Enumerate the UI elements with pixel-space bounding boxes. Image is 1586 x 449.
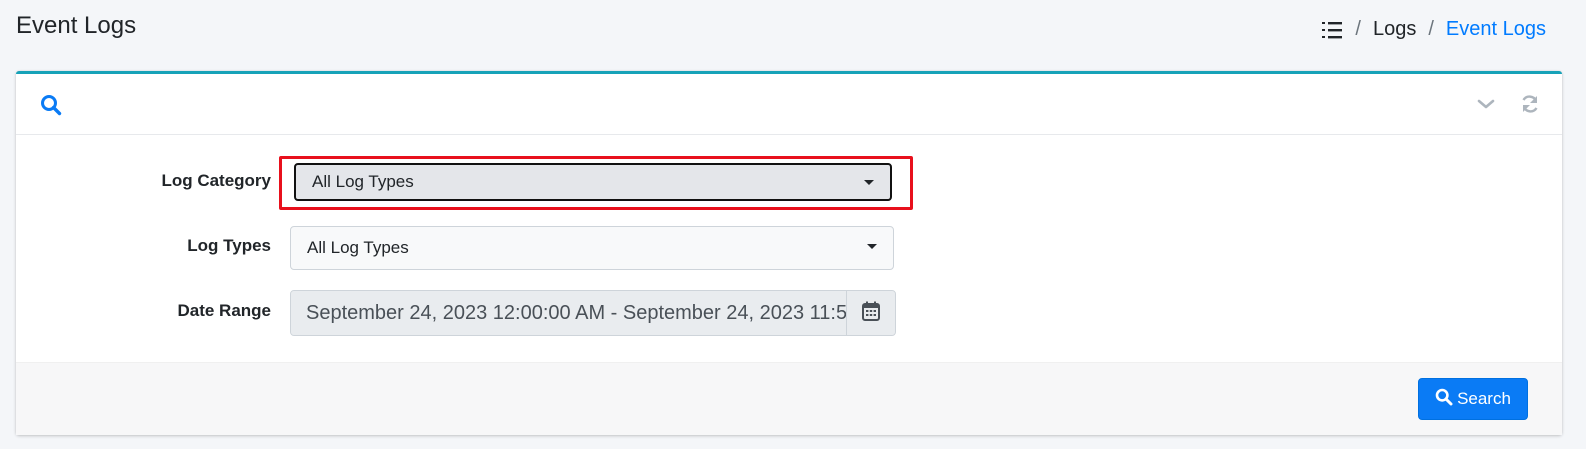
log-category-select[interactable]: All Log Types — [294, 163, 892, 201]
refresh-icon[interactable] — [1520, 94, 1540, 119]
breadcrumb-item-event-logs: Event Logs — [1445, 18, 1546, 40]
caret-down-icon — [867, 244, 877, 249]
date-range-row: Date Range September 24, 2023 12:00:00 A… — [16, 287, 1562, 337]
filter-card: Log Category All Log Types Log Types All… — [16, 71, 1562, 435]
chevron-down-icon[interactable] — [1476, 94, 1496, 119]
date-range-group: September 24, 2023 12:00:00 AM - Septemb… — [290, 290, 896, 336]
date-range-label: Date Range — [177, 301, 271, 320]
search-button[interactable]: Search — [1418, 378, 1528, 420]
search-icon — [40, 94, 62, 121]
calendar-icon — [862, 301, 880, 326]
log-types-label: Log Types — [187, 236, 271, 255]
search-button-label: Search — [1457, 389, 1511, 408]
page-title: Event Logs — [16, 12, 137, 39]
log-category-row: Log Category All Log Types — [16, 158, 1562, 204]
breadcrumb: / Logs / Event Logs — [1321, 18, 1546, 41]
log-category-label: Log Category — [161, 171, 271, 190]
list-icon[interactable] — [1321, 19, 1343, 41]
date-range-input[interactable]: September 24, 2023 12:00:00 AM - Septemb… — [291, 291, 846, 335]
card-footer: Search — [16, 362, 1562, 435]
log-category-value: All Log Types — [312, 172, 414, 191]
log-types-value: All Log Types — [307, 238, 409, 257]
search-icon — [1435, 388, 1453, 411]
caret-down-icon — [864, 180, 874, 185]
breadcrumb-separator: / — [1355, 18, 1361, 40]
card-header — [16, 74, 1562, 135]
log-types-select[interactable]: All Log Types — [290, 226, 894, 270]
calendar-button[interactable] — [846, 291, 895, 335]
log-types-row: Log Types All Log Types — [16, 223, 1562, 270]
breadcrumb-separator: / — [1428, 18, 1434, 40]
breadcrumb-item-logs[interactable]: Logs — [1373, 18, 1416, 41]
